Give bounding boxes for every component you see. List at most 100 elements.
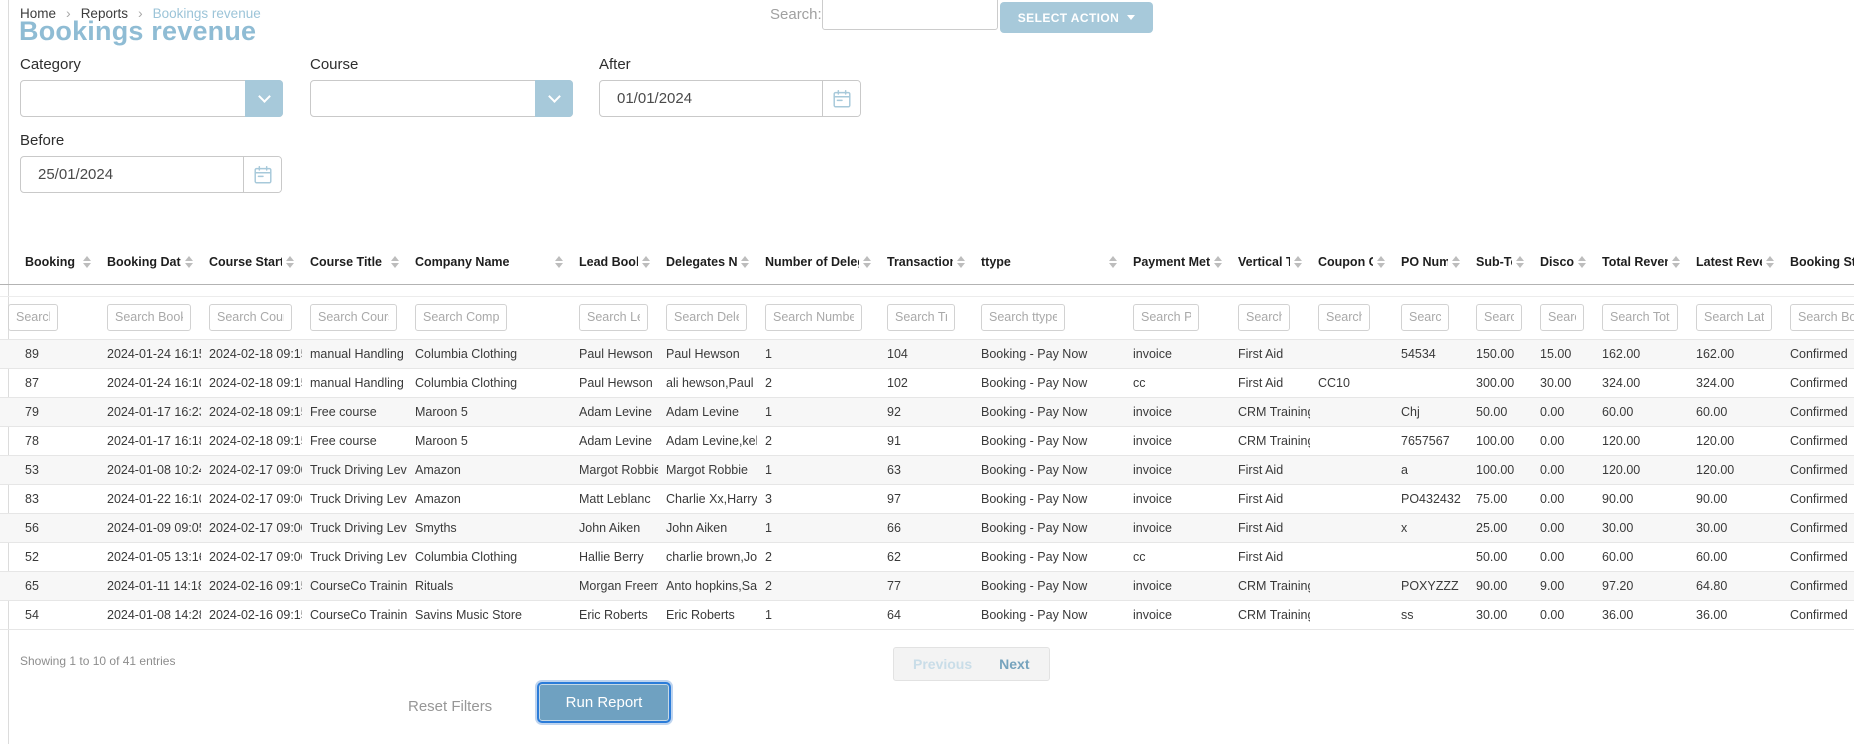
sort-icon[interactable] bbox=[863, 256, 871, 268]
column-header-7[interactable]: Number of Delegates bbox=[757, 240, 879, 284]
column-header-18[interactable]: Booking Status bbox=[1782, 240, 1854, 284]
column-header-8[interactable]: Transaction ID bbox=[879, 240, 973, 284]
sort-icon[interactable] bbox=[391, 256, 399, 268]
column-search-input-2[interactable] bbox=[209, 304, 292, 331]
cell: 66 bbox=[879, 513, 973, 542]
column-header-13[interactable]: PO Number bbox=[1393, 240, 1468, 284]
sort-icon[interactable] bbox=[1672, 256, 1680, 268]
global-search-input[interactable] bbox=[822, 0, 998, 30]
column-search-input-0[interactable] bbox=[8, 304, 58, 331]
cell: Maroon 5 bbox=[407, 397, 571, 426]
column-search-input-13[interactable] bbox=[1401, 304, 1449, 331]
table-row[interactable]: 792024-01-17 16:23:...2024-02-18 09:15:.… bbox=[0, 397, 1854, 426]
table-header-row: Booking IDBooking DateCourse Start DateC… bbox=[0, 240, 1854, 284]
cell: Morgan Freeman bbox=[571, 571, 658, 600]
cell: PO432432 bbox=[1393, 484, 1468, 513]
sort-icon[interactable] bbox=[741, 256, 749, 268]
course-dropdown-button[interactable] bbox=[535, 80, 573, 117]
column-search-input-17[interactable] bbox=[1696, 304, 1772, 331]
sort-icon[interactable] bbox=[1766, 256, 1774, 268]
column-search-input-5[interactable] bbox=[579, 304, 648, 331]
column-search-input-18[interactable] bbox=[1790, 304, 1854, 331]
cell: 15.00 bbox=[1532, 339, 1594, 368]
table-row[interactable]: 562024-01-09 09:05:...2024-02-17 09:00:.… bbox=[0, 513, 1854, 542]
column-header-14[interactable]: Sub-Total bbox=[1468, 240, 1532, 284]
cell: 324.00 bbox=[1594, 368, 1688, 397]
column-header-10[interactable]: Payment Method bbox=[1125, 240, 1230, 284]
sort-icon[interactable] bbox=[83, 256, 91, 268]
table-row[interactable]: 652024-01-11 14:18:...2024-02-16 09:15:.… bbox=[0, 571, 1854, 600]
select-action-button[interactable]: SELECT ACTION bbox=[1000, 2, 1153, 33]
column-search-input-8[interactable] bbox=[887, 304, 955, 331]
column-header-3[interactable]: Course Title bbox=[302, 240, 407, 284]
sort-icon[interactable] bbox=[1377, 256, 1385, 268]
table-row[interactable]: 532024-01-08 10:24:...2024-02-17 09:00:.… bbox=[0, 455, 1854, 484]
table-row[interactable]: 892024-01-24 16:15:...2024-02-18 09:15:.… bbox=[0, 339, 1854, 368]
sort-icon[interactable] bbox=[1578, 256, 1586, 268]
table-row[interactable]: 522024-01-05 13:16:...2024-02-17 09:00:.… bbox=[0, 542, 1854, 571]
table-row[interactable]: 832024-01-22 16:10:...2024-02-17 09:00:.… bbox=[0, 484, 1854, 513]
column-header-6[interactable]: Delegates Names bbox=[658, 240, 757, 284]
sort-icon[interactable] bbox=[957, 256, 965, 268]
sort-icon[interactable] bbox=[1109, 256, 1117, 268]
cell: 100.00 bbox=[1468, 455, 1532, 484]
table-row[interactable]: 782024-01-17 16:18:...2024-02-18 09:15:.… bbox=[0, 426, 1854, 455]
column-search-input-1[interactable] bbox=[107, 304, 191, 331]
sort-icon[interactable] bbox=[555, 256, 563, 268]
column-search-input-14[interactable] bbox=[1476, 304, 1522, 331]
column-header-15[interactable]: Discount bbox=[1532, 240, 1594, 284]
column-search-input-4[interactable] bbox=[415, 304, 507, 331]
column-header-2[interactable]: Course Start Date bbox=[201, 240, 302, 284]
run-report-button[interactable]: Run Report bbox=[537, 682, 671, 723]
after-calendar-button[interactable] bbox=[822, 81, 860, 116]
sort-icon[interactable] bbox=[1452, 256, 1460, 268]
column-search-input-15[interactable] bbox=[1540, 304, 1584, 331]
column-header-5[interactable]: Lead Booker bbox=[571, 240, 658, 284]
cell: 56 bbox=[0, 513, 99, 542]
sort-icon[interactable] bbox=[286, 256, 294, 268]
cell: 91 bbox=[879, 426, 973, 455]
column-search-input-10[interactable] bbox=[1133, 304, 1199, 331]
before-date-input[interactable] bbox=[21, 157, 243, 192]
sort-icon[interactable] bbox=[1294, 256, 1302, 268]
column-header-16[interactable]: Total Revenue bbox=[1594, 240, 1688, 284]
category-select[interactable] bbox=[20, 80, 283, 117]
column-header-11[interactable]: Vertical Type bbox=[1230, 240, 1310, 284]
sort-icon[interactable] bbox=[1516, 256, 1524, 268]
course-select[interactable] bbox=[310, 80, 573, 117]
column-header-9[interactable]: ttype bbox=[973, 240, 1125, 284]
sort-icon[interactable] bbox=[642, 256, 650, 268]
column-search-input-6[interactable] bbox=[666, 304, 747, 331]
cell bbox=[1310, 571, 1393, 600]
column-header-1[interactable]: Booking Date bbox=[99, 240, 201, 284]
table-row[interactable]: 542024-01-08 14:28:...2024-02-16 09:15:.… bbox=[0, 600, 1854, 629]
column-search-input-9[interactable] bbox=[981, 304, 1065, 331]
table-row[interactable]: 872024-01-24 16:10:...2024-02-18 09:15:.… bbox=[0, 368, 1854, 397]
next-page-button[interactable]: Next bbox=[999, 656, 1029, 672]
previous-page-button[interactable]: Previous bbox=[913, 656, 972, 672]
before-calendar-button[interactable] bbox=[243, 157, 281, 192]
cell: First Aid bbox=[1230, 339, 1310, 368]
column-header-0[interactable]: Booking ID bbox=[0, 240, 99, 284]
column-search-input-16[interactable] bbox=[1602, 304, 1678, 331]
column-search-input-7[interactable] bbox=[765, 304, 862, 331]
reset-filters-button[interactable]: Reset Filters bbox=[402, 697, 498, 716]
cell: 0.00 bbox=[1532, 426, 1594, 455]
cell: 162.00 bbox=[1594, 339, 1688, 368]
column-search-input-3[interactable] bbox=[310, 304, 397, 331]
column-search-input-12[interactable] bbox=[1318, 304, 1370, 331]
cell: invoice bbox=[1125, 426, 1230, 455]
sort-icon[interactable] bbox=[1214, 256, 1222, 268]
column-header-4[interactable]: Company Name bbox=[407, 240, 571, 284]
column-header-12[interactable]: Coupon Code bbox=[1310, 240, 1393, 284]
cell: cc bbox=[1125, 542, 1230, 571]
column-header-17[interactable]: Latest Revenue bbox=[1688, 240, 1782, 284]
cell: 2024-02-18 09:15:... bbox=[201, 339, 302, 368]
cell: 2024-02-17 09:00:... bbox=[201, 542, 302, 571]
cell: 90.00 bbox=[1594, 484, 1688, 513]
cell: Adam Levine bbox=[571, 397, 658, 426]
column-search-input-11[interactable] bbox=[1238, 304, 1290, 331]
after-date-input[interactable] bbox=[600, 81, 822, 116]
sort-icon[interactable] bbox=[185, 256, 193, 268]
category-dropdown-button[interactable] bbox=[245, 80, 283, 117]
